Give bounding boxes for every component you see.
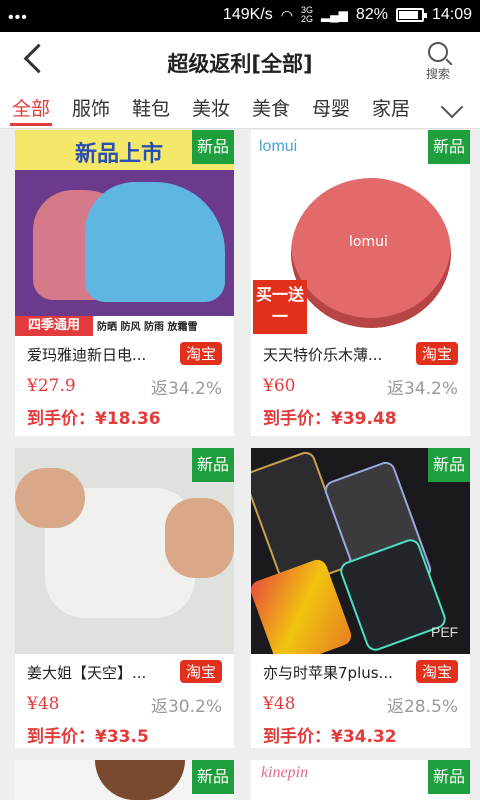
platform-badge: 淘宝 <box>179 660 222 683</box>
new-badge: 新品 <box>428 448 470 482</box>
promo-sticker: 买一送一 <box>253 280 307 334</box>
platform-badge: 淘宝 <box>179 342 222 365</box>
product-price: ¥27.9 <box>27 376 76 396</box>
signal-icon: ▂▄▆ <box>320 8 348 22</box>
rebate-rate: 返34.2% <box>150 379 222 399</box>
nav-bar: 超级返利[全部] 搜索 <box>0 32 480 92</box>
brand-logo: kinepin <box>261 764 309 781</box>
notification-dots-icon: ••• <box>8 9 28 26</box>
product-card[interactable]: 新品 <box>15 760 234 800</box>
network-speed: 149K/s <box>222 6 273 23</box>
platform-badge: 淘宝 <box>415 342 458 365</box>
hand-left <box>15 468 85 528</box>
model-hair <box>95 760 185 800</box>
product-title: 亦与时苹果7plus... <box>263 664 393 682</box>
image-text: PEF <box>431 624 459 640</box>
cover-blue <box>85 182 225 302</box>
page-title: 超级返利[全部] <box>167 52 313 76</box>
tab-food[interactable]: 美食 <box>252 92 290 128</box>
tab-beauty[interactable]: 美妆 <box>192 92 230 128</box>
product-title: 爱玛雅迪新日电... <box>27 346 147 364</box>
product-compact <box>291 178 451 328</box>
category-tabs: 全部 服饰 鞋包 美妆 美食 母婴 家居 <box>0 92 480 129</box>
brand-logo: lomui <box>259 138 298 155</box>
wifi-icon: ◠ <box>280 6 293 23</box>
new-badge: 新品 <box>192 130 234 164</box>
search-button[interactable]: 搜索 <box>418 42 458 82</box>
image-tags: 防晒 防风 防雨 放霜雪 <box>97 322 198 333</box>
search-label: 搜索 <box>425 67 450 81</box>
product-logo-text: lomui <box>349 234 388 250</box>
clock: 14:09 <box>431 6 472 23</box>
final-price: 到手价：¥33.5 <box>27 727 149 747</box>
new-badge: 新品 <box>192 760 234 794</box>
product-title: 天天特价乐木薄... <box>263 346 383 364</box>
hand-right <box>165 498 234 578</box>
product-card[interactable]: lomui lomui 买一送一 新品 天天特价乐木薄... 淘宝 ¥60 返3… <box>251 130 470 436</box>
product-card[interactable]: PEF 新品 亦与时苹果7plus... 淘宝 ¥48 返28.5% 到手价：¥… <box>251 448 470 748</box>
product-price: ¥48 <box>27 694 60 714</box>
status-bar: ••• 149K/s ◠ 3G 2G ▂▄▆ 82% 14:09 <box>0 0 480 32</box>
product-price: ¥48 <box>263 694 296 714</box>
product-price: ¥60 <box>263 376 296 396</box>
status-right: 149K/s ◠ 3G 2G ▂▄▆ 82% 14:09 <box>223 6 472 24</box>
platform-badge: 淘宝 <box>415 660 458 683</box>
product-card[interactable]: 新品上市 四季通用 防晒 防风 防雨 放霜雪 新品 爱玛雅迪新日电... 淘宝 … <box>15 130 234 436</box>
tab-home[interactable]: 家居 <box>372 92 410 128</box>
rebate-rate: 返28.5% <box>386 697 458 717</box>
final-price: 到手价：¥34.32 <box>263 727 397 747</box>
new-badge: 新品 <box>428 760 470 794</box>
image-footer-text: 四季通用 <box>15 316 93 336</box>
tab-baby[interactable]: 母婴 <box>312 92 350 128</box>
chevron-down-icon[interactable] <box>440 95 464 119</box>
network-type: 3G 2G <box>300 5 313 24</box>
product-title: 姜大姐【天空】... <box>27 664 147 682</box>
image-banner-text: 新品上市 <box>75 142 164 167</box>
phone-case-3 <box>251 557 354 654</box>
product-card[interactable]: 新品 姜大姐【天空】... 淘宝 ¥48 返30.2% 到手价：¥33.5 <box>15 448 234 748</box>
rebate-rate: 返30.2% <box>150 697 222 717</box>
final-price: 到手价：¥39.48 <box>263 409 397 429</box>
battery-icon <box>395 8 427 22</box>
search-icon <box>428 42 448 62</box>
tab-clothing[interactable]: 服饰 <box>72 92 110 128</box>
tab-all[interactable]: 全部 <box>9 92 53 128</box>
new-badge: 新品 <box>192 448 234 482</box>
final-price: 到手价：¥18.36 <box>27 409 161 429</box>
new-badge: 新品 <box>428 130 470 164</box>
battery-percent: 82% <box>355 6 388 23</box>
product-card[interactable]: kinepin 新品 <box>251 760 470 800</box>
tab-shoes-bags[interactable]: 鞋包 <box>132 92 170 128</box>
rebate-rate: 返34.2% <box>386 379 458 399</box>
